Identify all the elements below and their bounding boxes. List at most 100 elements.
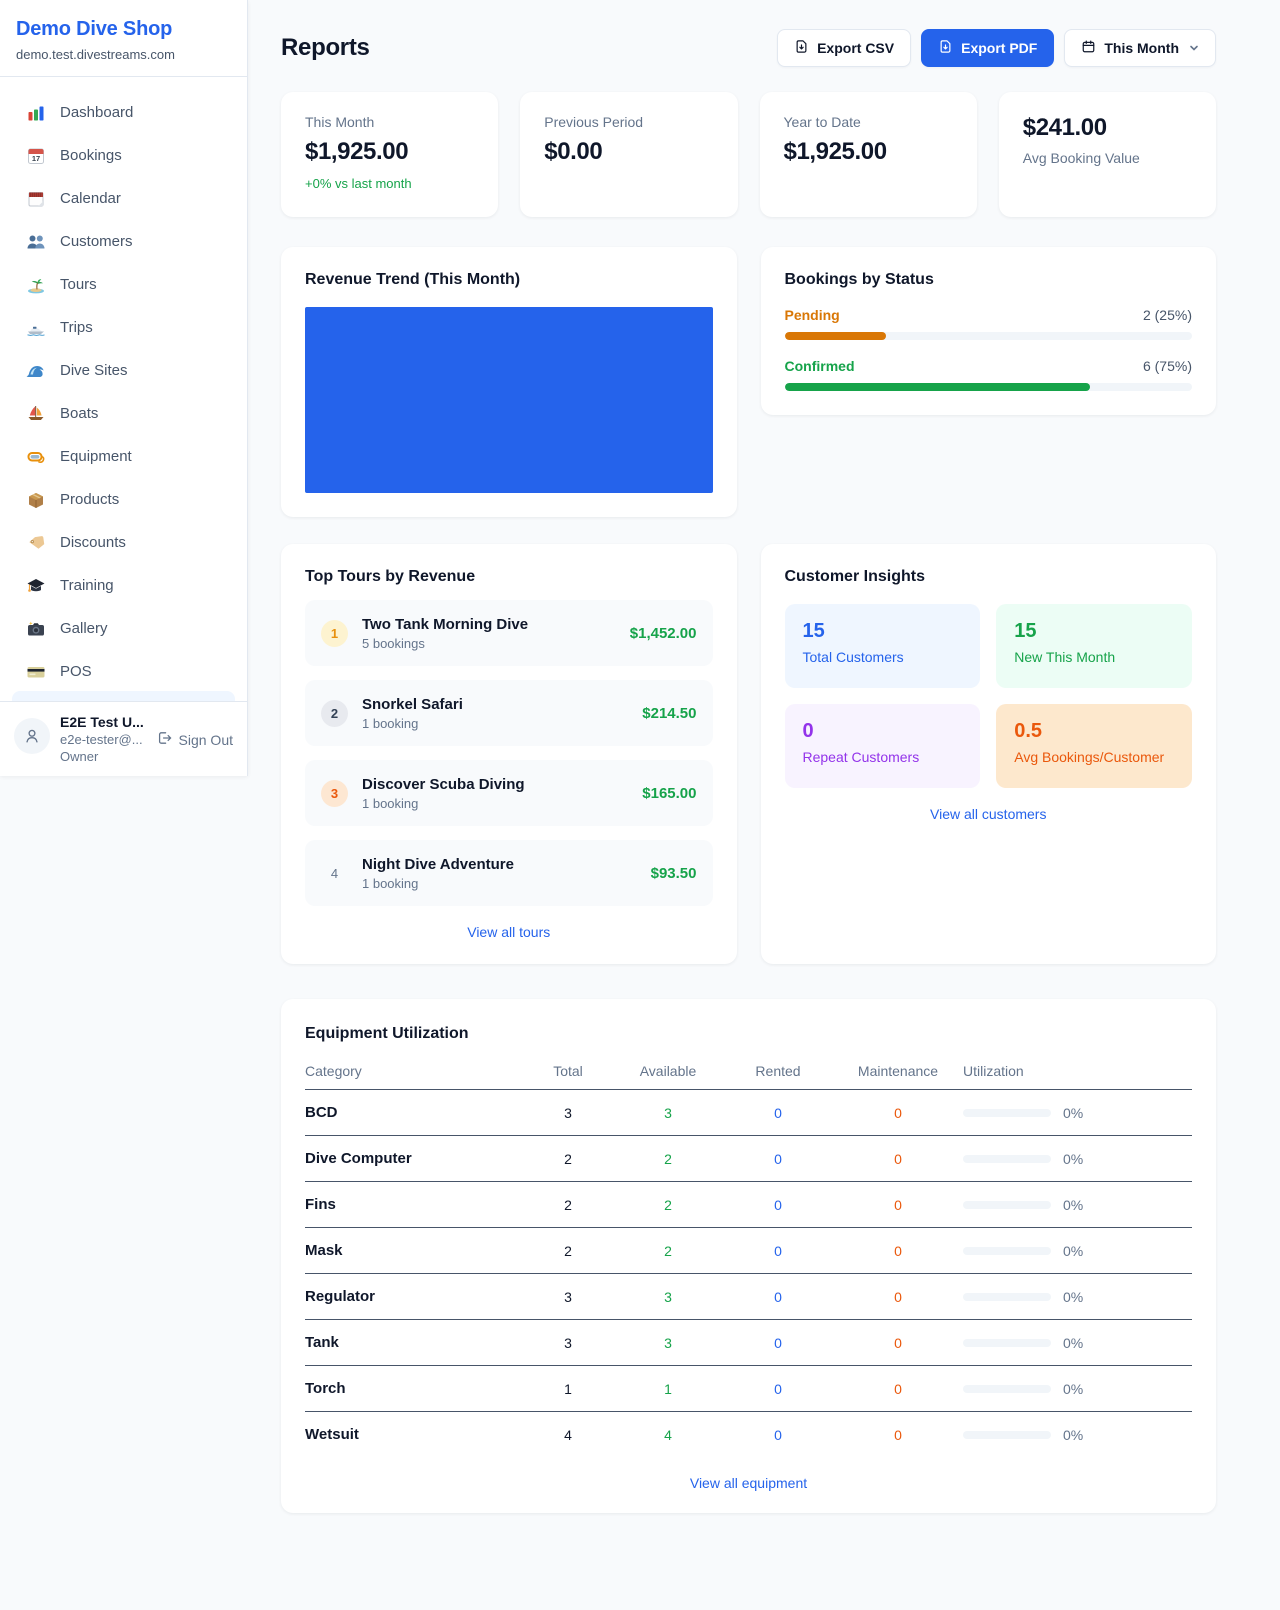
equipment-maintenance: 0: [833, 1427, 963, 1443]
insight-label: Total Customers: [803, 649, 963, 665]
equipment-available: 3: [613, 1105, 723, 1121]
equipment-category: Wetsuit: [305, 1426, 523, 1443]
equipment-category: Dive Computer: [305, 1150, 523, 1167]
camera-icon: [26, 619, 46, 639]
chevron-down-icon: [1189, 43, 1199, 53]
sidebar-item-customers[interactable]: Customers: [0, 220, 247, 263]
tour-bookings: 5 bookings: [362, 636, 616, 651]
sidebar-item-discounts[interactable]: Discounts: [0, 521, 247, 564]
sidebar-item-trips[interactable]: Trips: [0, 306, 247, 349]
stat-card-year-to-date: Year to Date $1,925.00: [760, 92, 977, 217]
insight-new-this-month: 15 New This Month: [996, 604, 1192, 688]
stat-card-avg-booking-value: $241.00 Avg Booking Value: [999, 92, 1216, 217]
equipment-total: 3: [523, 1335, 613, 1351]
equipment-category: Regulator: [305, 1288, 523, 1305]
speedboat-icon: [26, 318, 46, 338]
sidebar-item-bookings[interactable]: 17 Bookings: [0, 134, 247, 177]
insight-label: Repeat Customers: [803, 749, 963, 765]
table-row: Tank 3 3 0 0 0%: [305, 1320, 1192, 1366]
insight-grid: 15 Total Customers 15 New This Month 0 R…: [785, 604, 1193, 788]
equipment-table-header: Category Total Available Rented Maintena…: [305, 1063, 1192, 1090]
top-tours-title: Top Tours by Revenue: [305, 568, 713, 586]
main-content: Reports Export CSV Export PDF This Month: [248, 0, 1280, 1553]
status-row-pending: Pending 2 (25%): [785, 307, 1193, 340]
credit-card-icon: [26, 662, 46, 682]
view-all-customers-link[interactable]: View all customers: [785, 806, 1193, 822]
sidebar-item-label: Dive Sites: [60, 362, 128, 379]
tour-amount: $165.00: [642, 785, 696, 802]
sidebar-item-equipment[interactable]: Equipment: [0, 435, 247, 478]
equipment-category: Mask: [305, 1242, 523, 1259]
sidebar-item-dive-sites[interactable]: Dive Sites: [0, 349, 247, 392]
wave-icon: [26, 361, 46, 381]
sidebar-user-section: E2E Test U... e2e-tester@... Owner Sign …: [0, 701, 247, 776]
revenue-trend-card: Revenue Trend (This Month): [281, 247, 737, 517]
status-value: 2 (25%): [1143, 307, 1192, 323]
tour-list-item[interactable]: 1 Two Tank Morning Dive 5 bookings $1,45…: [305, 600, 713, 666]
equipment-maintenance: 0: [833, 1197, 963, 1213]
tour-list-item[interactable]: 3 Discover Scuba Diving 1 booking $165.0…: [305, 760, 713, 826]
sidebar: Demo Dive Shop demo.test.divestreams.com…: [0, 0, 248, 776]
tour-amount: $214.50: [642, 705, 696, 722]
equipment-rented: 0: [723, 1335, 833, 1351]
tour-bookings: 1 booking: [362, 716, 628, 731]
period-dropdown[interactable]: This Month: [1064, 29, 1216, 67]
sidebar-item-products[interactable]: Products: [0, 478, 247, 521]
status-label: Pending: [785, 307, 840, 323]
progress-track: [785, 383, 1193, 391]
sidebar-item-label: Bookings: [60, 147, 122, 164]
sign-out-button[interactable]: Sign Out: [156, 730, 233, 749]
sidebar-item-label: Tours: [60, 276, 97, 293]
customer-insights-title: Customer Insights: [785, 568, 1193, 586]
tour-amount: $93.50: [651, 865, 697, 882]
sidebar-item-dashboard[interactable]: Dashboard: [0, 91, 247, 134]
column-header: Rented: [723, 1063, 833, 1079]
utilization-percent: 0%: [1063, 1289, 1083, 1305]
equipment-available: 1: [613, 1381, 723, 1397]
equipment-maintenance: 0: [833, 1335, 963, 1351]
equipment-total: 2: [523, 1243, 613, 1259]
export-pdf-button[interactable]: Export PDF: [921, 29, 1054, 67]
graduation-cap-icon: [26, 576, 46, 596]
column-header: Available: [613, 1063, 723, 1079]
view-all-equipment-link[interactable]: View all equipment: [305, 1475, 1192, 1491]
utilization-bar: [963, 1109, 1051, 1117]
sidebar-item-tours[interactable]: Tours: [0, 263, 247, 306]
table-row: Regulator 3 3 0 0 0%: [305, 1274, 1192, 1320]
tour-list-item[interactable]: 4 Night Dive Adventure 1 booking $93.50: [305, 840, 713, 906]
equipment-maintenance: 0: [833, 1289, 963, 1305]
equipment-rented: 0: [723, 1151, 833, 1167]
sidebar-item-pos[interactable]: POS: [0, 650, 247, 693]
table-row: Dive Computer 2 2 0 0 0%: [305, 1136, 1192, 1182]
sidebar-item-gallery[interactable]: Gallery: [0, 607, 247, 650]
equipment-maintenance: 0: [833, 1151, 963, 1167]
equipment-total: 2: [523, 1197, 613, 1213]
bookings-by-status-card: Bookings by Status Pending 2 (25%) Confi…: [761, 247, 1217, 415]
equipment-total: 1: [523, 1381, 613, 1397]
sidebar-item-calendar[interactable]: Calendar: [0, 177, 247, 220]
stat-label: Previous Period: [544, 114, 713, 130]
insight-repeat-customers: 0 Repeat Customers: [785, 704, 981, 788]
calendar-date-icon: 17: [26, 146, 46, 166]
sidebar-item-boats[interactable]: Boats: [0, 392, 247, 435]
stat-label: This Month: [305, 114, 474, 130]
tour-list-item[interactable]: 2 Snorkel Safari 1 booking $214.50: [305, 680, 713, 746]
palm-island-icon: [26, 275, 46, 295]
equipment-total: 4: [523, 1427, 613, 1443]
sidebar-header: Demo Dive Shop demo.test.divestreams.com: [0, 0, 247, 77]
equipment-total: 2: [523, 1151, 613, 1167]
equipment-rented: 0: [723, 1427, 833, 1443]
stat-card-previous-period: Previous Period $0.00: [520, 92, 737, 217]
utilization-bar: [963, 1155, 1051, 1163]
equipment-utilization-card: Equipment Utilization Category Total Ava…: [281, 999, 1216, 1513]
shop-name: Demo Dive Shop: [16, 18, 231, 41]
sidebar-item-label: Products: [60, 491, 119, 508]
sidebar-item-training[interactable]: Training: [0, 564, 247, 607]
sidebar-item-reports-active-partial[interactable]: [12, 691, 235, 701]
view-all-tours-link[interactable]: View all tours: [305, 924, 713, 940]
equipment-maintenance: 0: [833, 1381, 963, 1397]
column-header: Total: [523, 1063, 613, 1079]
equipment-rented: 0: [723, 1381, 833, 1397]
export-csv-button[interactable]: Export CSV: [777, 29, 911, 67]
stat-label: Year to Date: [784, 114, 953, 130]
